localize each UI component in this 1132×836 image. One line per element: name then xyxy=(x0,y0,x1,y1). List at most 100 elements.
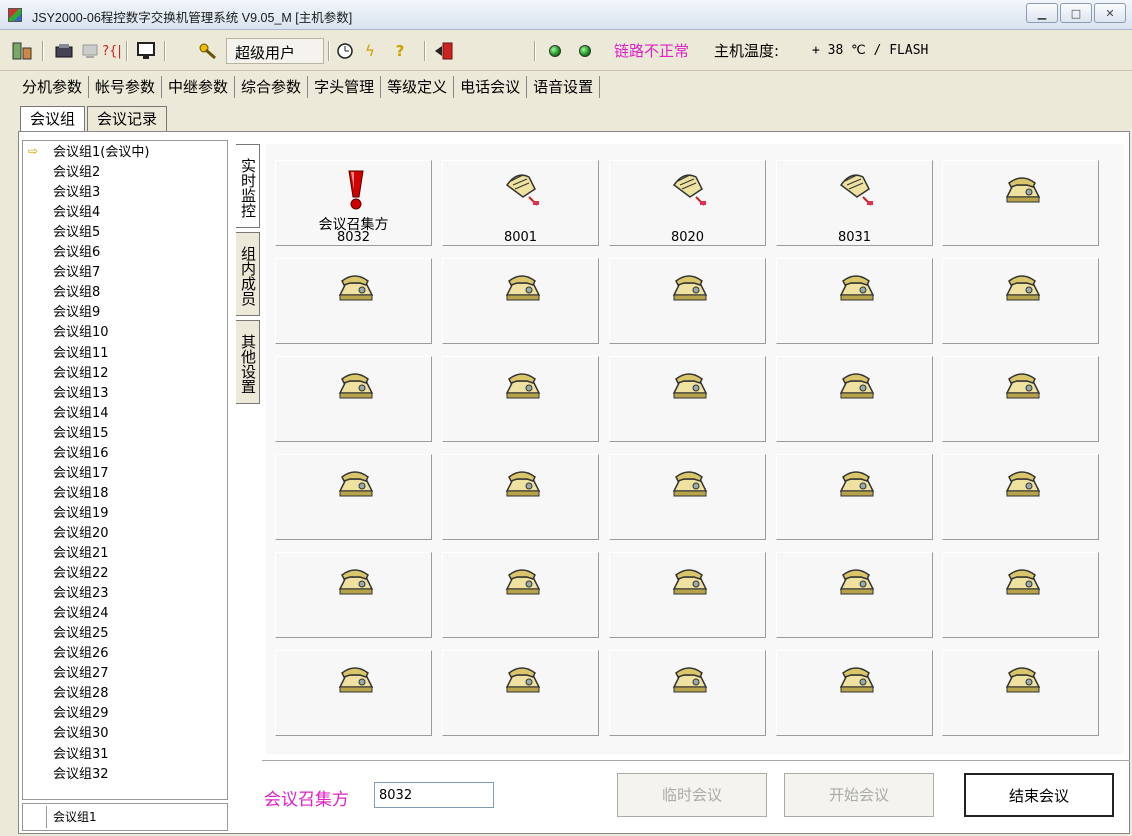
group-item[interactable]: 会议组28 xyxy=(53,686,109,701)
key-icon[interactable] xyxy=(196,41,220,61)
member-tile[interactable] xyxy=(776,552,933,638)
member-tile[interactable] xyxy=(442,650,599,736)
member-tile[interactable] xyxy=(942,160,1099,246)
main-tabs: 分机参数 帐号参数 中继参数 综合参数 字头管理 等级定义 电话会议 语音设置 xyxy=(16,76,601,100)
member-tile[interactable] xyxy=(942,454,1099,540)
tab-realtime-monitor[interactable]: 实时监控 xyxy=(236,144,260,228)
tile-number: 8032 xyxy=(336,230,371,245)
maximize-button[interactable]: □ xyxy=(1060,3,1092,23)
member-tile[interactable] xyxy=(442,454,599,540)
tab-prefix[interactable]: 字头管理 xyxy=(308,76,382,98)
group-item[interactable]: 会议组26 xyxy=(53,646,109,661)
member-tile[interactable]: 8031 xyxy=(776,160,933,246)
member-tile[interactable] xyxy=(942,552,1099,638)
lightning-icon[interactable]: ϟ xyxy=(360,41,380,61)
tab-conference-group[interactable]: 会议组 xyxy=(20,106,86,132)
question-icon[interactable]: ? xyxy=(390,41,410,61)
tab-account[interactable]: 帐号参数 xyxy=(89,76,163,98)
group-item[interactable]: 会议组20 xyxy=(53,526,109,541)
member-tile[interactable] xyxy=(776,650,933,736)
led-green-icon xyxy=(549,45,561,57)
minimize-button[interactable]: ▁ xyxy=(1026,3,1058,23)
group-item[interactable]: 会议组3 xyxy=(53,185,100,200)
tab-level[interactable]: 等级定义 xyxy=(381,76,455,98)
group-item[interactable]: 会议组18 xyxy=(53,486,109,501)
group-item[interactable]: 会议组1(会议中) xyxy=(53,145,149,160)
group-item[interactable]: 会议组23 xyxy=(53,586,109,601)
temp-conference-button[interactable]: 临时会议 xyxy=(617,773,767,817)
group-item[interactable]: 会议组13 xyxy=(53,386,109,401)
led-green-icon xyxy=(579,45,591,57)
group-item[interactable]: 会议组12 xyxy=(53,366,109,381)
member-tile[interactable] xyxy=(942,650,1099,736)
group-item[interactable]: 会议组19 xyxy=(53,506,109,521)
group-item[interactable]: 会议组21 xyxy=(53,546,109,561)
tab-general[interactable]: 综合参数 xyxy=(235,76,309,98)
group-item[interactable]: 会议组8 xyxy=(53,285,100,300)
group-item[interactable]: 会议组25 xyxy=(53,626,109,641)
group-item[interactable]: 会议组30 xyxy=(53,726,109,741)
member-tile[interactable] xyxy=(609,356,766,442)
tab-extension[interactable]: 分机参数 xyxy=(16,76,90,98)
group-item[interactable]: 会议组31 xyxy=(53,747,109,762)
group-item[interactable]: 会议组15 xyxy=(53,426,109,441)
monitor-icon[interactable] xyxy=(134,41,158,61)
clock-icon[interactable] xyxy=(334,41,356,61)
group-item[interactable]: 会议组11 xyxy=(53,346,109,361)
member-tile[interactable] xyxy=(776,356,933,442)
group-item[interactable]: 会议组22 xyxy=(53,566,109,581)
exit-icon[interactable] xyxy=(432,41,456,61)
member-tile[interactable] xyxy=(776,258,933,344)
telephone-icon[interactable] xyxy=(52,41,76,61)
tab-conference-record[interactable]: 会议记录 xyxy=(87,106,168,132)
group-item[interactable]: 会议组14 xyxy=(53,406,109,421)
member-tile[interactable] xyxy=(442,552,599,638)
switch-icon[interactable] xyxy=(10,41,34,61)
help-bracket-icon[interactable]: ?{| xyxy=(102,41,122,61)
member-tile[interactable] xyxy=(776,454,933,540)
member-tile[interactable]: 会议召集方 8032 xyxy=(275,160,432,246)
close-button[interactable]: ✕ xyxy=(1094,3,1126,23)
member-tile[interactable] xyxy=(275,650,432,736)
member-tile[interactable]: 8001 xyxy=(442,160,599,246)
group-item[interactable]: 会议组2 xyxy=(53,165,100,180)
member-tile[interactable] xyxy=(275,552,432,638)
member-tile[interactable] xyxy=(942,356,1099,442)
group-item[interactable]: 会议组9 xyxy=(53,305,100,320)
phone-idle-icon xyxy=(503,567,541,601)
computer-icon[interactable] xyxy=(80,41,100,61)
tab-trunk[interactable]: 中继参数 xyxy=(162,76,236,98)
group-item[interactable]: 会议组27 xyxy=(53,666,109,681)
member-tile[interactable] xyxy=(609,650,766,736)
member-tile[interactable] xyxy=(609,552,766,638)
tab-conference[interactable]: 电话会议 xyxy=(454,76,528,98)
tab-voice[interactable]: 语音设置 xyxy=(527,76,601,98)
group-item[interactable]: 会议组16 xyxy=(53,446,109,461)
end-conference-button[interactable]: 结束会议 xyxy=(964,773,1114,817)
group-item[interactable]: 会议组7 xyxy=(53,265,100,280)
member-tile[interactable] xyxy=(275,454,432,540)
user-role-label: 超级用户 xyxy=(226,38,324,64)
tab-other-settings[interactable]: 其他设置 xyxy=(236,320,260,404)
group-item[interactable]: 会议组4 xyxy=(53,205,100,220)
group-item[interactable]: 会议组5 xyxy=(53,225,100,240)
member-tile[interactable] xyxy=(275,356,432,442)
group-item[interactable]: 会议组24 xyxy=(53,606,109,621)
group-item[interactable]: 会议组17 xyxy=(53,466,109,481)
tab-group-members[interactable]: 组内成员 xyxy=(236,232,260,316)
member-tile[interactable] xyxy=(442,356,599,442)
member-tile[interactable] xyxy=(275,258,432,344)
group-item[interactable]: 会议组29 xyxy=(53,706,109,721)
member-tile[interactable] xyxy=(609,258,766,344)
group-item[interactable]: 会议组10 xyxy=(53,325,109,340)
member-tile[interactable] xyxy=(609,454,766,540)
start-conference-button[interactable]: 开始会议 xyxy=(784,773,934,817)
group-item[interactable]: 会议组6 xyxy=(53,245,100,260)
caller-input[interactable] xyxy=(374,782,494,808)
separator xyxy=(126,41,128,61)
member-tile[interactable] xyxy=(442,258,599,344)
group-list[interactable]: ⇨ 会议组1(会议中) 会议组2 会议组3 会议组4 会议组5 会议组6 会议组7 会议组8 会… xyxy=(22,140,228,800)
member-tile[interactable]: 8020 xyxy=(609,160,766,246)
group-item[interactable]: 会议组32 xyxy=(53,767,109,782)
member-tile[interactable] xyxy=(942,258,1099,344)
